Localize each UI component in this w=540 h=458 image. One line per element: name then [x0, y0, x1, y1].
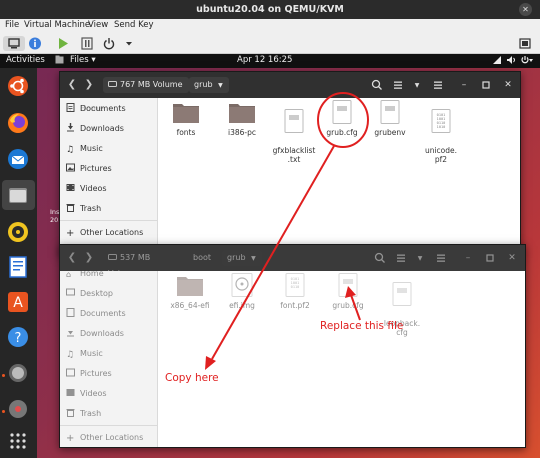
annotation-arrowhead: [345, 286, 356, 298]
annotation-arrow-replace: [350, 294, 361, 321]
replace-file-annotation: Replace this file: [320, 320, 404, 332]
copy-here-annotation: Copy here: [165, 372, 219, 384]
screenshot: ubuntu20.04 on QEMU/KVM ✕ File Virtual M…: [0, 0, 540, 458]
annotation-overlay: [205, 92, 369, 370]
annotation-arrowhead: [205, 356, 216, 370]
annotation-circle: [317, 92, 369, 148]
annotation-arrow-copy: [211, 145, 335, 360]
